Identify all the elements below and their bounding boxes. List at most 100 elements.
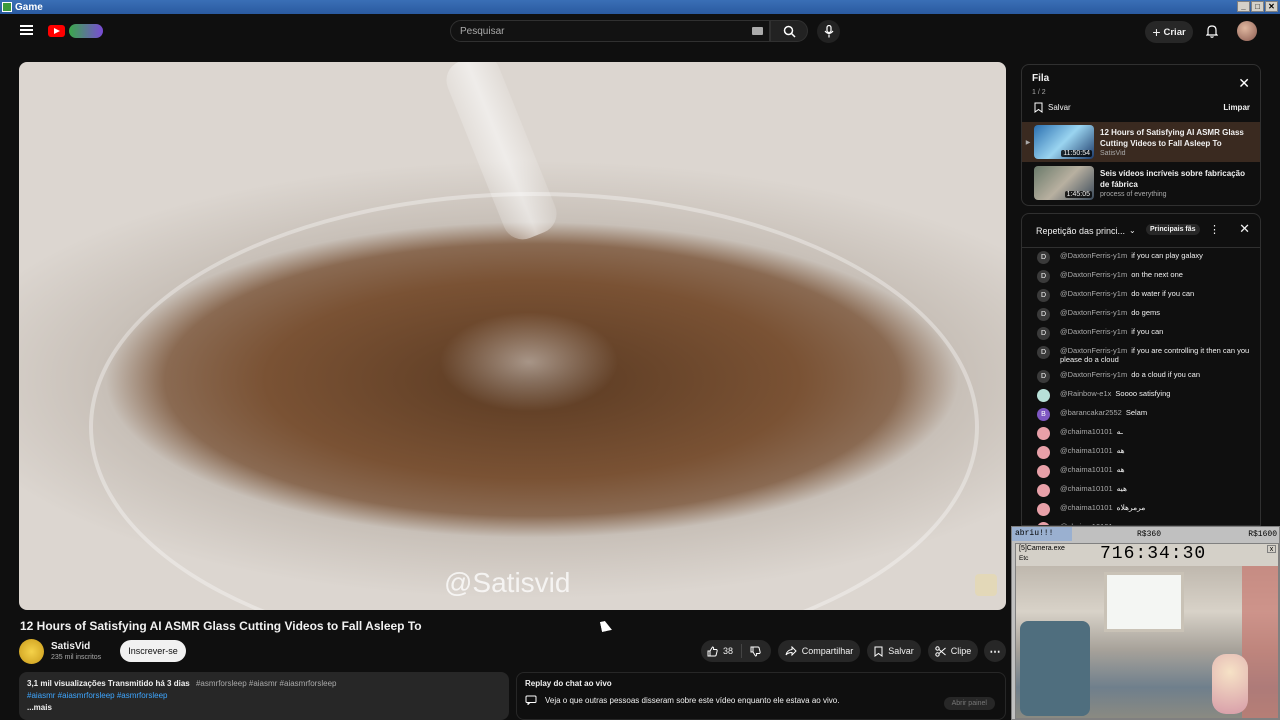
- share-button[interactable]: Compartilhar: [778, 640, 860, 662]
- chat-author[interactable]: @chaima10101: [1060, 446, 1113, 455]
- channel-watermark-icon[interactable]: [975, 574, 997, 596]
- chat-mode-dropdown[interactable]: Repetição das princi... ⌄: [1036, 226, 1136, 236]
- close-queue-icon[interactable]: ✕: [1238, 75, 1250, 92]
- chat-author[interactable]: @DaxtonFerris-y1m: [1060, 270, 1127, 279]
- search-button[interactable]: [770, 20, 808, 42]
- chat-author[interactable]: @DaxtonFerris-y1m: [1060, 308, 1127, 317]
- queue-duration: 11:50:54: [1061, 150, 1092, 157]
- subscribe-button[interactable]: Inscrever-se: [120, 640, 186, 662]
- chat-message: @chaima10101ـه: [1022, 424, 1260, 443]
- chat-text: do a cloud if you can: [1131, 370, 1201, 379]
- minimize-button[interactable]: _: [1237, 1, 1250, 12]
- create-button[interactable]: + Criar: [1145, 21, 1193, 43]
- account-avatar[interactable]: [1237, 21, 1257, 41]
- hashtags-line[interactable]: #aiasmr #aiasmrforsleep #asmrforsleep: [27, 690, 501, 702]
- chat-avatar[interactable]: [1037, 427, 1050, 440]
- clip-label: Clipe: [950, 646, 972, 656]
- queue-item[interactable]: 1:45:05 Seis vídeos incríveis sobre fabr…: [1022, 163, 1260, 203]
- chat-avatar[interactable]: D: [1037, 270, 1050, 283]
- save-label: Salvar: [888, 646, 914, 656]
- chat-message: D @DaxtonFerris-y1m if you can: [1022, 324, 1260, 343]
- chat-text: هه: [1116, 446, 1125, 455]
- app-icon: [2, 2, 12, 12]
- channel-name[interactable]: SatisVid: [51, 641, 90, 652]
- top-fans-badge[interactable]: Principais fãs: [1146, 224, 1200, 235]
- chat-text: هه: [1116, 465, 1125, 474]
- video-frame-splash: [439, 312, 619, 412]
- chevron-down-icon: ⌄: [1129, 226, 1136, 235]
- chat-avatar[interactable]: D: [1037, 308, 1050, 321]
- chat-avatar[interactable]: B: [1037, 408, 1050, 421]
- chat-author[interactable]: @barancakar2552: [1060, 408, 1122, 417]
- chat-text: do water if you can: [1131, 289, 1195, 298]
- open-chat-panel-button[interactable]: Abrir painel: [943, 697, 995, 710]
- chat-text: do gems: [1131, 308, 1160, 317]
- overlay-value-1: R$360: [1137, 529, 1162, 539]
- chat-avatar[interactable]: [1037, 446, 1050, 459]
- queue-title: Fila: [1032, 73, 1050, 84]
- chat-text: Soooo satisfying: [1115, 389, 1171, 398]
- more-actions-button[interactable]: ⋯: [984, 640, 1006, 662]
- chat-avatar[interactable]: [1037, 484, 1050, 497]
- chat-message: D @DaxtonFerris-y1m do a cloud if you can: [1022, 367, 1260, 386]
- camera-close-button[interactable]: x: [1267, 545, 1276, 553]
- stream-timer: 716:34:30: [1100, 544, 1207, 564]
- bell-icon: [1206, 25, 1218, 38]
- like-button[interactable]: 38: [701, 644, 743, 658]
- clip-button[interactable]: Clipe: [928, 640, 978, 662]
- chat-avatar[interactable]: D: [1037, 327, 1050, 340]
- chat-avatar[interactable]: D: [1037, 251, 1050, 264]
- chat-author[interactable]: @chaima10101: [1060, 484, 1113, 493]
- chat-avatar[interactable]: [1037, 389, 1050, 402]
- view-stats: 3,1 mil visualizações Transmitido há 3 d…: [27, 679, 190, 688]
- youtube-logo[interactable]: [48, 23, 106, 39]
- queue-item[interactable]: ▶ 11:50:54 12 Hours of Satisfying AI ASM…: [1022, 122, 1260, 162]
- voice-search-button[interactable]: [817, 20, 840, 43]
- chat-author[interactable]: @DaxtonFerris-y1m: [1060, 370, 1127, 379]
- chat-author[interactable]: @DaxtonFerris-y1m: [1060, 289, 1127, 298]
- close-window-button[interactable]: ✕: [1265, 1, 1278, 12]
- chat-message: B @barancakar2552 Selam: [1022, 405, 1260, 424]
- chat-text: if you can play galaxy: [1131, 251, 1203, 260]
- notifications-button[interactable]: [1203, 22, 1221, 40]
- chat-author[interactable]: @DaxtonFerris-y1m: [1060, 327, 1127, 336]
- chat-message: @chaima10101 هه: [1022, 462, 1260, 481]
- chat-author[interactable]: @DaxtonFerris-y1m: [1060, 346, 1127, 355]
- chat-author[interactable]: @Rainbow-e1x: [1060, 389, 1111, 398]
- hashtags-inline[interactable]: #asmrforsleep #aiasmr #aiasmrforsleep: [196, 679, 337, 688]
- chat-message-list[interactable]: D @DaxtonFerris-y1m if you can play galaxy…: [1022, 248, 1260, 525]
- chat-author[interactable]: @chaima10101: [1060, 503, 1113, 512]
- chat-author[interactable]: @chaima10101: [1060, 427, 1113, 436]
- description-box[interactable]: 3,1 mil visualizações Transmitido há 3 d…: [19, 672, 509, 720]
- save-button[interactable]: Salvar: [867, 640, 921, 662]
- maximize-button[interactable]: □: [1251, 1, 1264, 12]
- bookmark-icon: [1034, 102, 1043, 113]
- chat-avatar[interactable]: D: [1037, 370, 1050, 383]
- camera-window: [5]Camera.exe Etc 716:34:30 x: [1015, 543, 1279, 719]
- menu-icon[interactable]: [20, 25, 33, 35]
- chat-avatar[interactable]: [1037, 503, 1050, 516]
- bookmark-icon: [874, 646, 883, 657]
- chat-text: on the next one: [1131, 270, 1183, 279]
- search-input[interactable]: [451, 21, 731, 42]
- top-fans-label: Principais fãs: [1150, 226, 1196, 233]
- chat-author[interactable]: @DaxtonFerris-y1m: [1060, 251, 1127, 260]
- chat-avatar[interactable]: D: [1037, 346, 1050, 359]
- chat-message: @chaima10101ـه: [1022, 519, 1260, 525]
- chat-avatar[interactable]: D: [1037, 289, 1050, 302]
- chat-text: ـه: [1116, 427, 1123, 436]
- channel-avatar[interactable]: [19, 639, 44, 664]
- dislike-button[interactable]: [742, 646, 769, 657]
- chat-author[interactable]: @chaima10101: [1060, 465, 1113, 474]
- more-vertical-icon[interactable]: ⋮: [1209, 223, 1220, 236]
- queue-clear-button[interactable]: Limpar: [1223, 103, 1250, 112]
- queue-save-button[interactable]: Salvar: [1034, 102, 1071, 113]
- keyboard-icon[interactable]: [752, 27, 763, 35]
- video-player[interactable]: @Satisvid: [19, 62, 1006, 610]
- chat-replay-panel: Replay do chat ao vivo Veja o que outras…: [516, 672, 1006, 720]
- description-more-link[interactable]: ...mais: [27, 702, 501, 714]
- chat-message: @Rainbow-e1x Soooo satisfying: [1022, 386, 1260, 405]
- stream-overlay: abriu!!! R$360 R$1600 [5]Camera.exe Etc …: [1011, 526, 1280, 720]
- chat-avatar[interactable]: [1037, 465, 1050, 478]
- close-chat-icon[interactable]: ✕: [1239, 221, 1250, 237]
